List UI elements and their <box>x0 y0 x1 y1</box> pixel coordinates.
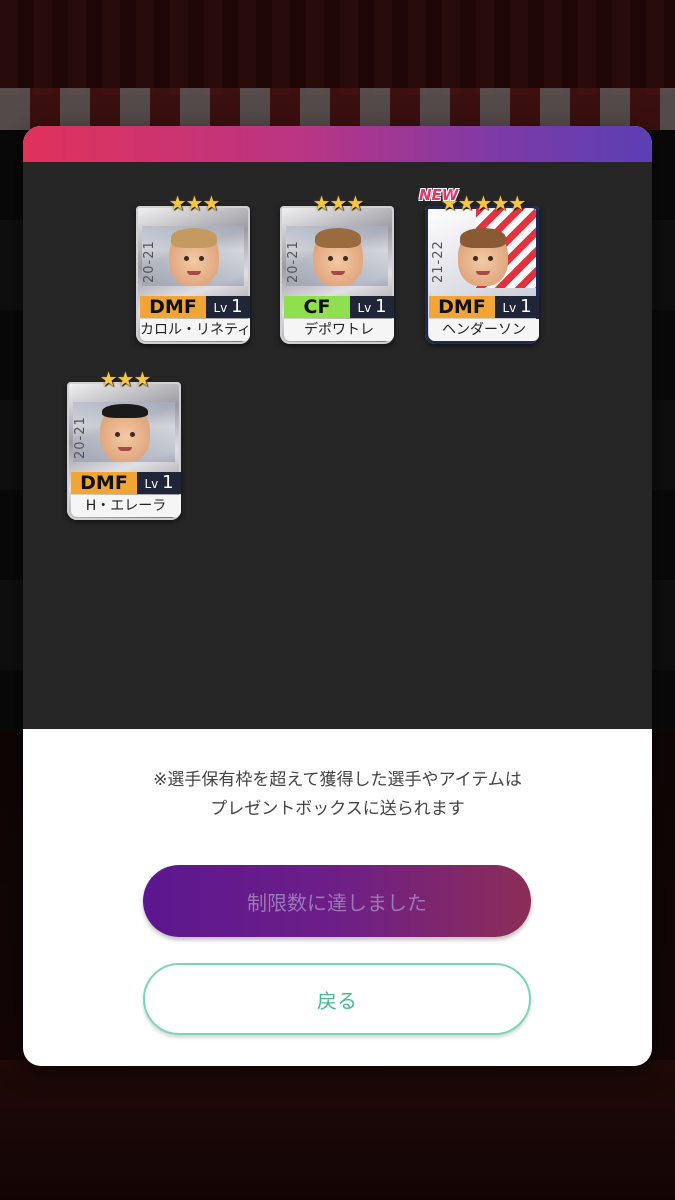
player-portrait <box>458 228 508 286</box>
dialog-header-bar <box>23 126 652 162</box>
card-season: 20-21 <box>142 240 157 284</box>
player-portrait <box>100 404 150 462</box>
card-player-name: H・エレーラ <box>71 495 181 517</box>
card-position: CF <box>284 296 350 318</box>
notice-line-1: ※選手保有枠を超えて獲得した選手やアイテムは <box>153 770 522 790</box>
player-portrait <box>169 228 219 286</box>
card-position: DMF <box>71 472 137 494</box>
notice-text: ※選手保有枠を超えて獲得した選手やアイテムは プレゼントボックスに送られます <box>23 766 652 824</box>
card-season: 20-21 <box>286 240 301 284</box>
card-level: Lv 1 <box>137 472 181 494</box>
card-position: DMF <box>429 296 495 318</box>
card-frame: 21-22 DMF Lv 1 ヘンダーソン <box>425 206 539 344</box>
limit-reached-button[interactable]: 制限数に達しました <box>143 865 531 937</box>
player-card[interactable]: 20-21 CF Lv 1 デポワトレ ★★★ <box>278 192 398 352</box>
card-player-name: ヘンダーソン <box>429 319 539 341</box>
new-badge: NEW <box>419 186 459 204</box>
star-rating-icon: ★★★ <box>168 191 221 215</box>
card-level: Lv 1 <box>350 296 394 318</box>
player-card[interactable]: 20-21 DMF Lv 1 カロル・リネティ ★★★ <box>134 192 254 352</box>
card-frame: 20-21 DMF Lv 1 カロル・リネティ <box>136 206 250 344</box>
acquired-cards-area: 20-21 DMF Lv 1 カロル・リネティ ★★★ 20-21 CF Lv … <box>23 162 652 729</box>
card-level: Lv 1 <box>206 296 250 318</box>
card-player-name: カロル・リネティ <box>140 319 250 341</box>
card-frame: 20-21 CF Lv 1 デポワトレ <box>280 206 394 344</box>
card-frame: 20-21 DMF Lv 1 H・エレーラ <box>67 382 181 520</box>
star-rating-icon: ★★★ <box>99 367 152 391</box>
card-player-name: デポワトレ <box>284 319 394 341</box>
card-position-row: DMF Lv 1 <box>71 472 181 494</box>
notice-line-2: プレゼントボックスに送られます <box>210 799 465 819</box>
back-button[interactable]: 戻る <box>143 963 531 1035</box>
card-position-row: CF Lv 1 <box>284 296 394 318</box>
card-position: DMF <box>140 296 206 318</box>
player-card[interactable]: 20-21 DMF Lv 1 H・エレーラ ★★★ <box>65 368 185 528</box>
card-position-row: DMF Lv 1 <box>429 296 539 318</box>
player-card[interactable]: 21-22 DMF Lv 1 ヘンダーソン ★★★★★ NEW <box>419 186 543 352</box>
card-season: 20-21 <box>73 416 88 460</box>
player-portrait <box>313 228 363 286</box>
card-position-row: DMF Lv 1 <box>140 296 250 318</box>
card-season: 21-22 <box>431 240 446 284</box>
card-level: Lv 1 <box>495 296 539 318</box>
star-rating-icon: ★★★ <box>312 191 365 215</box>
result-dialog: 20-21 DMF Lv 1 カロル・リネティ ★★★ 20-21 CF Lv … <box>23 126 652 1066</box>
